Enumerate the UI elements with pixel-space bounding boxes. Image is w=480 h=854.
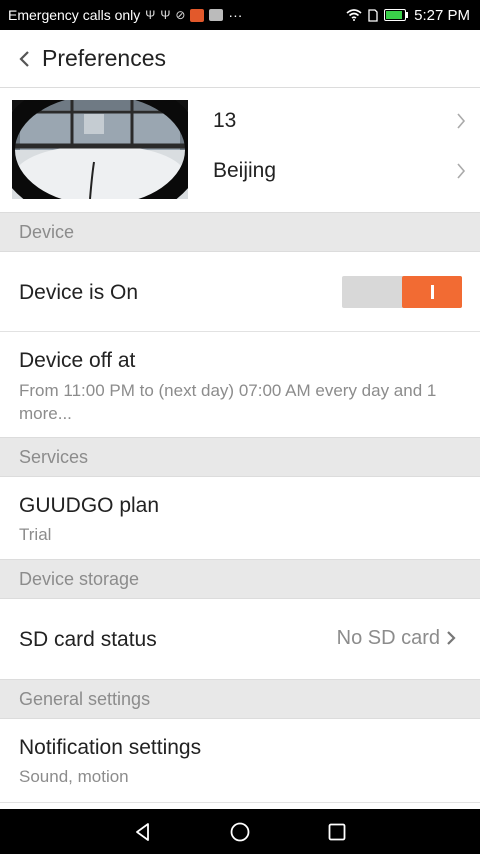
back-triangle-icon[interactable] <box>132 821 154 843</box>
app-header: Preferences <box>0 30 480 88</box>
clock: 5:27 PM <box>414 6 470 24</box>
battery-icon <box>384 9 407 21</box>
camera-thumbnail[interactable] <box>12 100 188 199</box>
app-icon <box>190 8 205 22</box>
home-circle-icon[interactable] <box>229 821 251 843</box>
system-nav-bar <box>0 809 480 854</box>
camera-card: 13 Beijing <box>0 89 480 211</box>
chevron-right-icon <box>456 112 466 130</box>
section-header-services: Services <box>0 437 480 477</box>
divider <box>0 802 480 803</box>
back-button[interactable] <box>0 30 40 88</box>
notification-subtitle: Sound, motion <box>19 767 129 786</box>
device-power-row: Device is On <box>0 252 480 332</box>
notification-settings-row[interactable]: Notification settings Sound, motion <box>0 719 480 809</box>
plan-row[interactable]: GUUDGO plan Trial <box>0 477 480 559</box>
plan-subtitle: Trial <box>19 525 52 544</box>
chevron-left-icon <box>19 50 29 67</box>
sd-card-status: No SD card <box>337 599 456 677</box>
gallery-icon <box>209 9 224 21</box>
page-title: Preferences <box>42 45 167 71</box>
section-header-storage: Device storage <box>0 559 480 599</box>
toggle-knob <box>402 276 462 308</box>
status-bar: Emergency calls only Ψ Ψ ⊘ ··· 5:27 PM <box>0 0 480 30</box>
section-header-device: Device <box>0 212 480 252</box>
section-label: General settings <box>19 688 151 709</box>
device-power-toggle[interactable] <box>342 276 462 308</box>
sd-card-value: No SD card <box>336 626 440 649</box>
device-power-label: Device is On <box>19 281 139 304</box>
usb-icon: Ψ <box>145 8 156 22</box>
chevron-right-icon <box>447 631 456 645</box>
section-label: Services <box>19 446 89 467</box>
carrier-text: Emergency calls only <box>8 7 141 23</box>
usb-icon: Ψ <box>160 8 171 22</box>
more-notifications: ··· <box>228 7 243 23</box>
section-label: Device storage <box>19 568 140 589</box>
device-off-subtitle: From 11:00 PM to (next day) 07:00 AM eve… <box>19 381 437 423</box>
camera-name-row[interactable]: 13 <box>213 96 480 146</box>
camera-location: Beijing <box>213 159 277 182</box>
sd-card-row[interactable]: SD card status No SD card <box>0 599 480 679</box>
device-off-title: Device off at <box>19 349 136 372</box>
device-off-schedule-row[interactable]: Device off at From 11:00 PM to (next day… <box>0 332 480 437</box>
recents-square-icon[interactable] <box>326 821 348 843</box>
section-header-general: General settings <box>0 679 480 719</box>
sd-card-title: SD card status <box>19 628 157 651</box>
section-label: Device <box>19 221 75 242</box>
sync-icon: ⊘ <box>175 8 186 22</box>
wifi-icon <box>346 9 362 21</box>
notification-title: Notification settings <box>19 736 202 759</box>
camera-location-row[interactable]: Beijing <box>213 146 480 196</box>
camera-name: 13 <box>213 109 237 132</box>
plan-title: GUUDGO plan <box>19 494 160 517</box>
sim-icon <box>368 8 378 22</box>
chevron-right-icon <box>456 162 466 180</box>
